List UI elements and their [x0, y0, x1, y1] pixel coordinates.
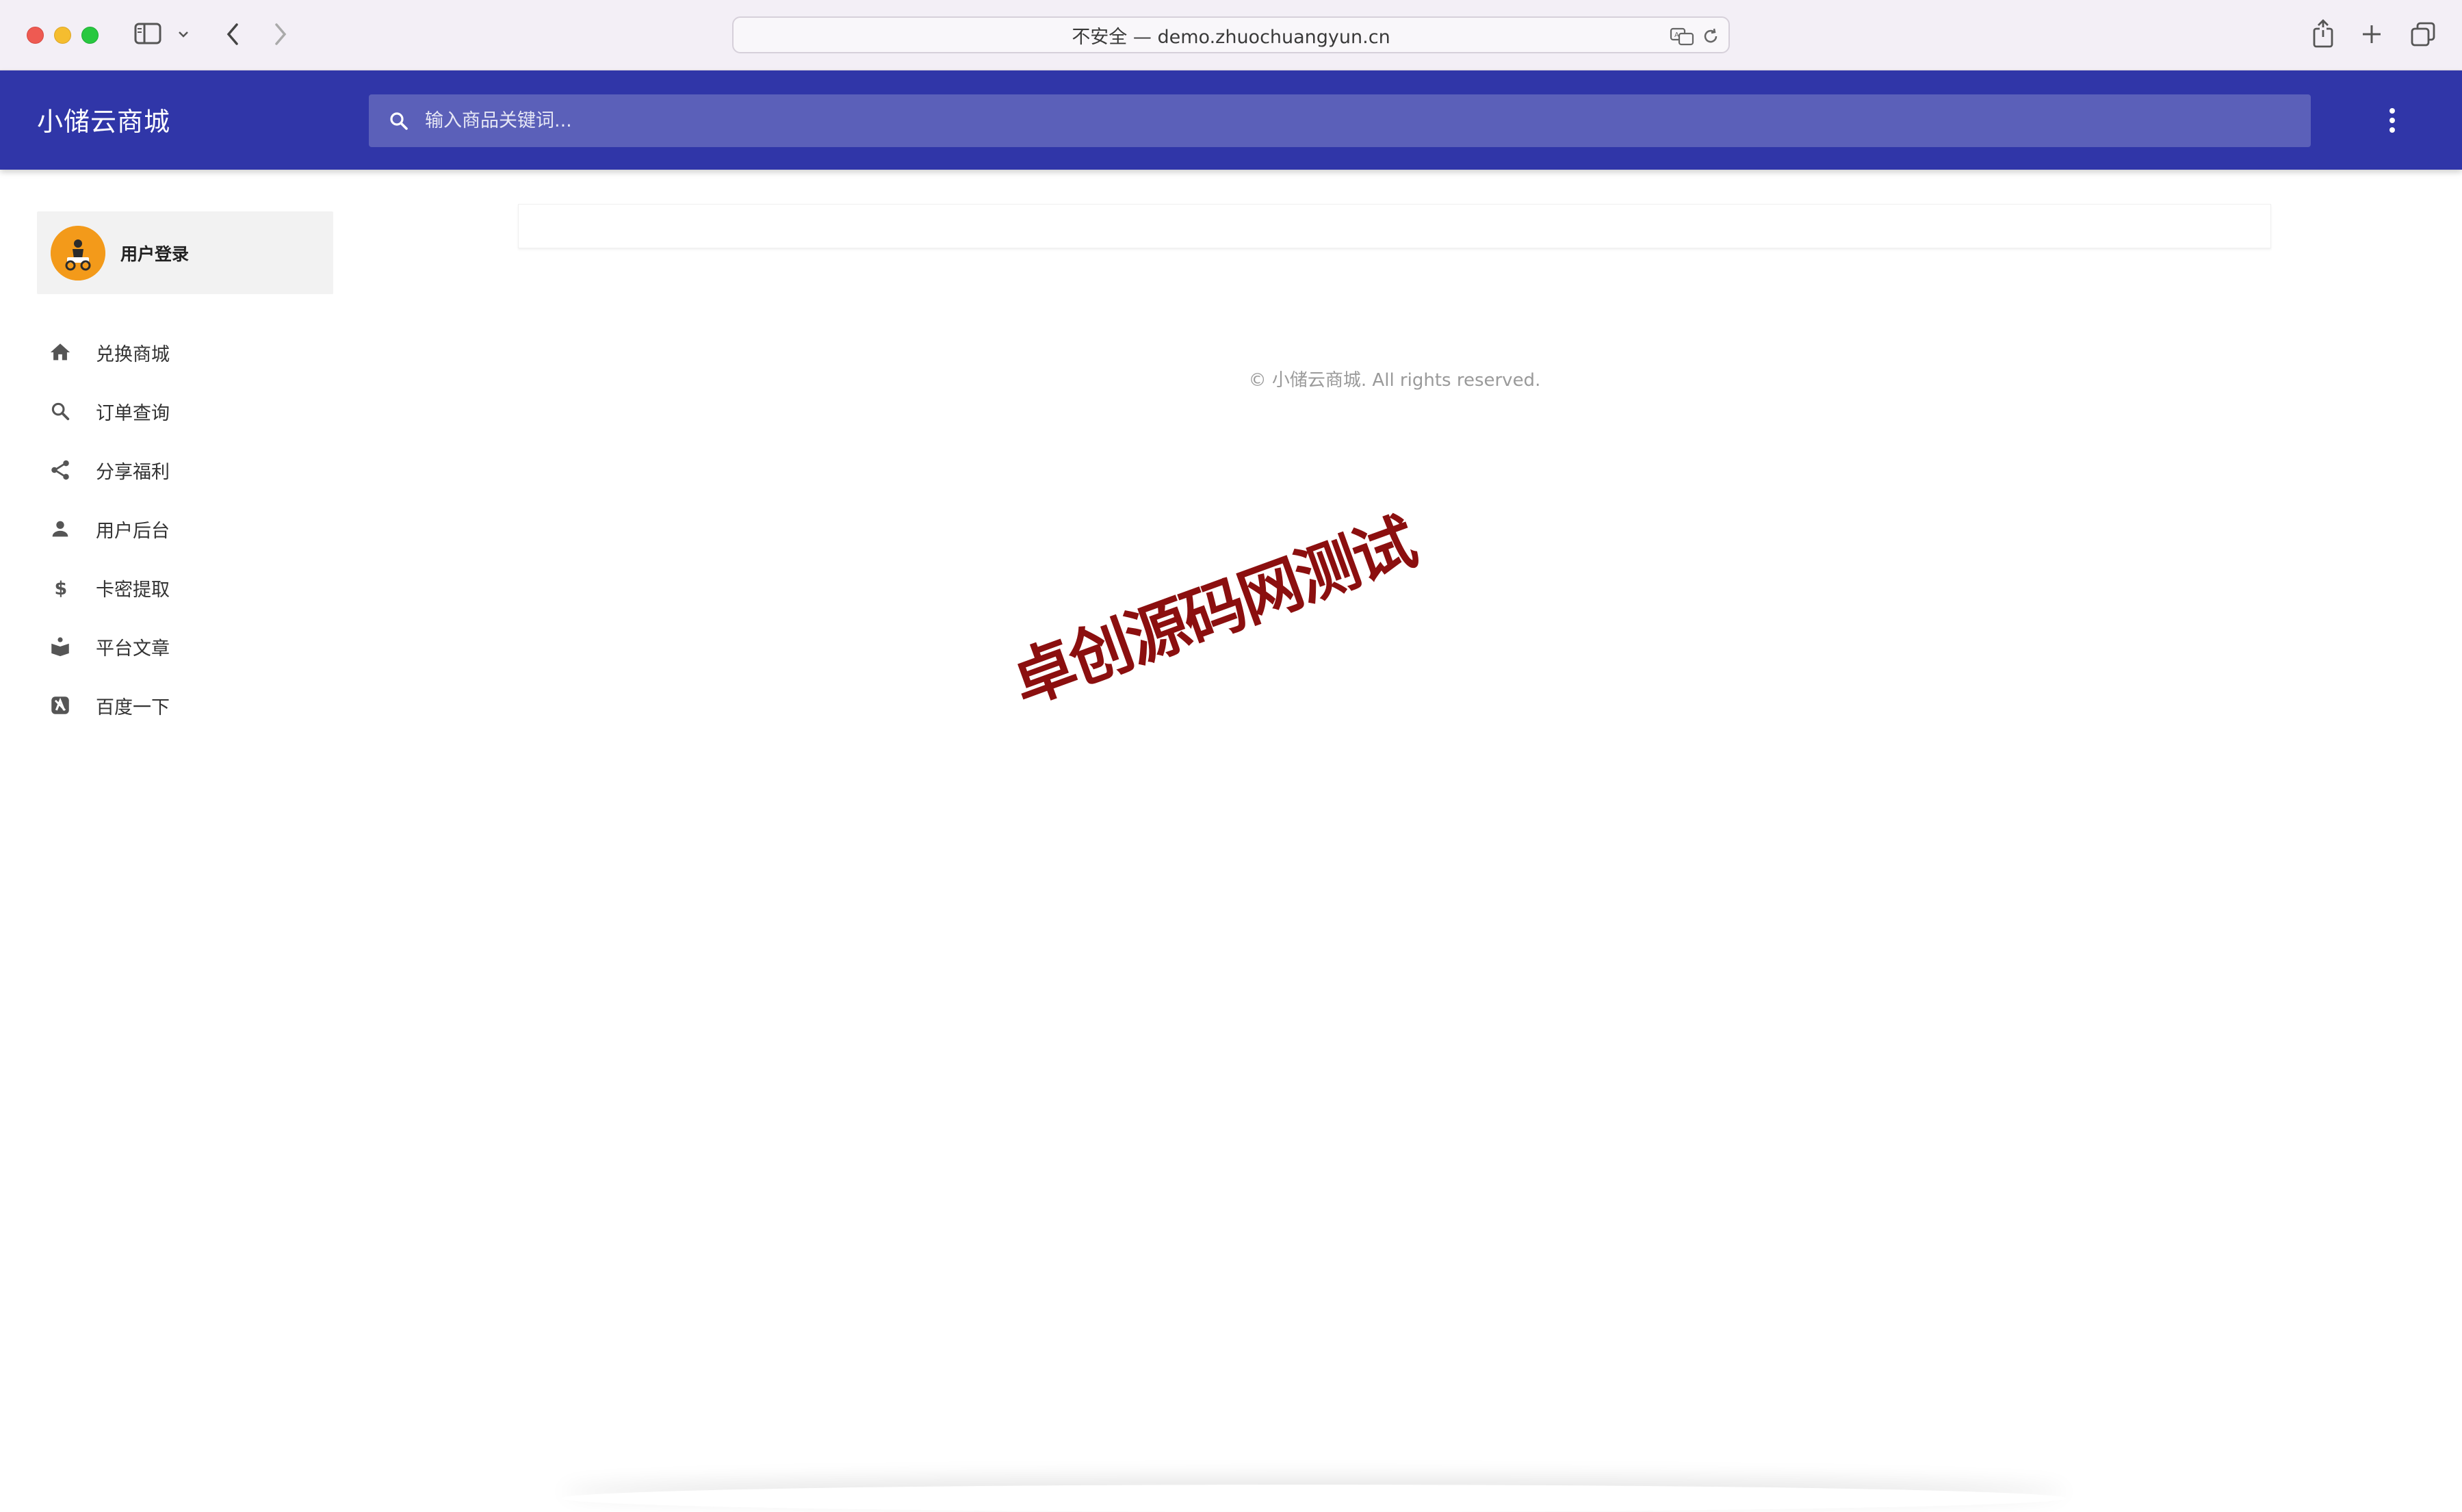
footer-copyright: © 小储云商城. All rights reserved. — [1248, 370, 1541, 391]
share-icon[interactable] — [2309, 18, 2337, 49]
reload-icon[interactable] — [1701, 27, 1720, 46]
app-bar: 小储云商城 — [0, 70, 2462, 170]
address-bar[interactable]: 不安全 — demo.zhuochuangyun.cn A — [732, 16, 1730, 53]
avatar — [51, 225, 105, 281]
more-vert-icon[interactable] — [2377, 105, 2407, 136]
close-window-button[interactable] — [27, 27, 44, 44]
sidebar-item-label: 平台文章 — [96, 638, 170, 660]
back-button[interactable] — [220, 21, 245, 48]
share-icon — [47, 456, 74, 484]
sidebar-item-label: 分享福利 — [96, 461, 170, 483]
search-box[interactable] — [369, 94, 2311, 147]
chevron-down-icon[interactable] — [175, 25, 192, 44]
sidebar-item-card-extract[interactable]: $ 卡密提取 — [37, 558, 333, 617]
app-title[interactable]: 小储云商城 — [37, 101, 170, 138]
sidebar-item-label: 兑换商城 — [96, 343, 170, 365]
sidebar-toggle-icon[interactable] — [134, 23, 161, 44]
sidebar-item-label: 订单查询 — [96, 402, 170, 424]
sidebar-item-label: 用户后台 — [96, 520, 170, 542]
sidebar-item-baidu[interactable]: 百度一下 — [37, 676, 333, 735]
sidebar-menu: 兑换商城 订单查询 分享福利 用户后台 $ 卡密提取 平台文章 百度一下 — [37, 323, 333, 735]
user-login-label: 用户登录 — [120, 244, 190, 264]
svg-text:A: A — [1674, 31, 1679, 39]
svg-text:$: $ — [55, 578, 68, 599]
zoom-window-button[interactable] — [81, 27, 99, 44]
bottom-shadow — [561, 1485, 2066, 1512]
watermark: 卓创源码网测试 — [1002, 506, 1424, 719]
search-icon — [47, 397, 74, 425]
browser-toolbar: 不安全 — demo.zhuochuangyun.cn A — [0, 0, 2462, 70]
translate-icon[interactable]: A — [1670, 27, 1696, 46]
baidu-icon — [47, 692, 74, 719]
address-text: 不安全 — demo.zhuochuangyun.cn — [1072, 26, 1390, 48]
dollar-icon: $ — [47, 574, 74, 601]
content-card — [518, 204, 2271, 248]
sidebar-item-label: 百度一下 — [96, 696, 170, 718]
user-login-card[interactable]: 用户登录 — [37, 211, 333, 294]
home-icon — [47, 339, 74, 366]
sidebar-item-user-backend[interactable]: 用户后台 — [37, 499, 333, 558]
sidebar-item-exchange-mall[interactable]: 兑换商城 — [37, 323, 333, 382]
tab-overview-icon[interactable] — [2409, 21, 2437, 48]
person-icon — [47, 515, 74, 543]
forward-button[interactable] — [268, 21, 293, 48]
new-tab-icon[interactable] — [2358, 21, 2385, 48]
sidebar-item-order-query[interactable]: 订单查询 — [37, 382, 333, 441]
sidebar-item-label: 卡密提取 — [96, 579, 170, 601]
sidebar-item-platform-articles[interactable]: 平台文章 — [37, 617, 333, 676]
search-input[interactable] — [424, 100, 2311, 142]
book-icon — [47, 633, 74, 660]
sidebar-item-share-benefits[interactable]: 分享福利 — [37, 441, 333, 499]
search-icon — [387, 109, 411, 133]
minimize-window-button[interactable] — [54, 27, 71, 44]
